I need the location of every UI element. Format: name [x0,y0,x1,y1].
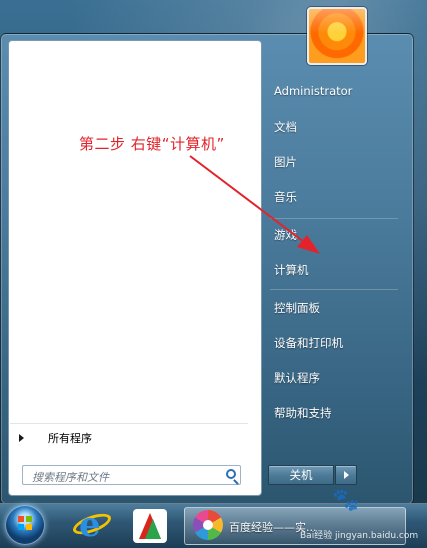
annotation-arrow-icon [189,155,320,254]
baidu-paw-watermark-icon: 🐾 [332,488,360,513]
red-green-app-icon[interactable] [133,509,167,543]
watermark-text: Bai经验 jingyan.baidu.com [300,531,419,541]
windows-flag-icon [18,516,32,530]
baidu-pinwheel-icon [193,510,223,540]
internet-explorer-icon[interactable]: e [79,505,101,545]
